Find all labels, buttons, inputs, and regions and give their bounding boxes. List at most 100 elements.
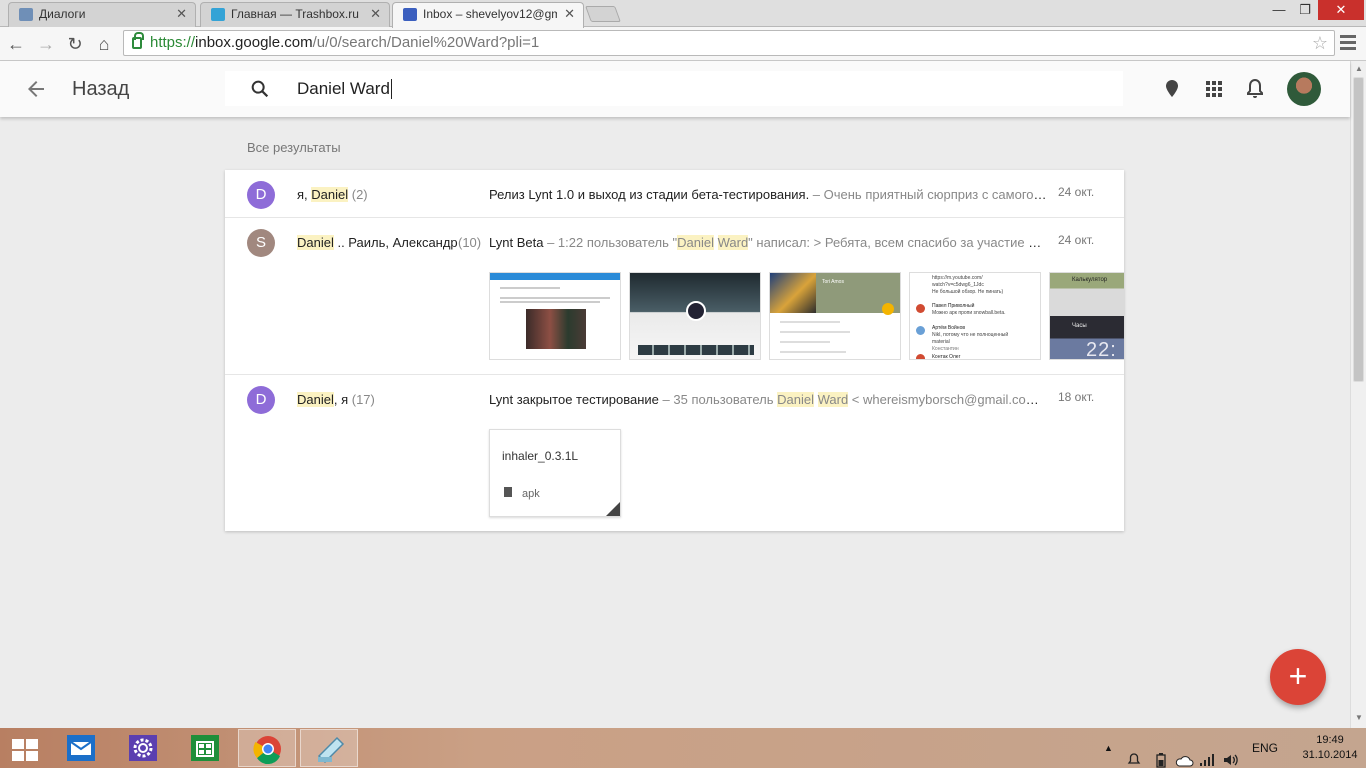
- show-hidden-icons-arrow[interactable]: ▲: [1104, 728, 1113, 768]
- back-icon[interactable]: ←: [4, 32, 28, 56]
- file-icon: [504, 487, 512, 497]
- thumbnail-avatar: [916, 354, 925, 359]
- screenshot-thumbnail[interactable]: [629, 272, 761, 360]
- thumbnail-gallery-strip: [638, 345, 754, 355]
- thumbnail-text: Можно арк пропи snowball.beta.: [932, 310, 1006, 316]
- thumbnail-text: Контак Олег: [932, 354, 961, 360]
- address-bar[interactable]: https://inbox.google.com/u/0/search/Dani…: [123, 30, 1335, 56]
- close-icon[interactable]: ✕: [564, 3, 575, 25]
- reload-icon[interactable]: ↻: [63, 32, 87, 56]
- forward-icon[interactable]: →: [34, 32, 58, 56]
- screenshot-thumbnail[interactable]: Tori Amos: [769, 272, 901, 360]
- scroll-up-arrow-icon[interactable]: ▲: [1355, 64, 1363, 73]
- chat-bubble-icon: [19, 8, 33, 21]
- window-close-button[interactable]: ✕: [1318, 0, 1364, 20]
- date: 18 окт.: [1058, 390, 1095, 404]
- tab-title: Главная — Trashbox.ru: [231, 7, 359, 21]
- chrome-taskbar-button[interactable]: [238, 729, 296, 767]
- tab-dialogi[interactable]: Диалоги ✕: [8, 2, 196, 27]
- thumbnail-fab: [882, 303, 894, 315]
- screenshot-thumbnail[interactable]: [489, 272, 621, 360]
- system-clock[interactable]: 19:49 31.10.2014: [1300, 733, 1360, 763]
- page-scrollbar[interactable]: ▲ ▼: [1350, 61, 1366, 728]
- inbox-header: Назад Daniel Ward: [0, 61, 1350, 117]
- clock-time: 19:49: [1316, 734, 1344, 746]
- message-count: (2): [348, 187, 368, 202]
- thumbnail-text: [780, 321, 840, 323]
- url-scheme: https://: [150, 34, 196, 51]
- battery-icon[interactable]: [1154, 740, 1168, 768]
- conversation-row[interactable]: D я, Daniel (2) Релиз Lynt 1.0 и выход и…: [225, 170, 1124, 218]
- trashbox-icon: [211, 8, 225, 21]
- mail-app-button[interactable]: [52, 729, 110, 767]
- thumbnail-profile-circle: [686, 301, 706, 321]
- thumbnail-text: https://m.youtube.com/: [932, 275, 983, 281]
- onedrive-cloud-icon[interactable]: [1174, 741, 1194, 768]
- notes-app-button[interactable]: [300, 729, 358, 767]
- thumbnail-text: Константин: [932, 346, 959, 352]
- notepad-icon: [317, 736, 345, 764]
- thumbnail-text: material: [932, 339, 950, 345]
- tab-trashbox[interactable]: Главная — Trashbox.ru ✕: [200, 2, 390, 27]
- inbox-icon: [403, 8, 417, 21]
- page-fold-icon: [606, 502, 620, 516]
- attachment-name: inhaler_0.3.1L: [502, 449, 579, 463]
- sender-avatar: S: [247, 229, 275, 257]
- sender-avatar: D: [247, 181, 275, 209]
- windows-logo-icon: [12, 739, 38, 761]
- screenshot-thumbnail[interactable]: https://m.youtube.com/ watch?v=c5dwg6_1J…: [909, 272, 1041, 360]
- signal-strength-icon[interactable]: [1199, 740, 1215, 768]
- volume-icon[interactable]: [1222, 740, 1240, 768]
- sender-name-highlight: Daniel: [311, 187, 349, 202]
- attachment-card[interactable]: inhaler_0.3.1L apk: [489, 429, 621, 517]
- snippet: – 35 пользователь: [658, 392, 778, 407]
- minimize-icon[interactable]: —: [1266, 0, 1292, 20]
- apps-grid-icon[interactable]: [1202, 77, 1226, 101]
- search-input[interactable]: Daniel Ward: [225, 71, 1123, 106]
- input-language[interactable]: ENG: [1252, 728, 1278, 768]
- thumbnail-avatar: [916, 304, 925, 313]
- browser-tab-strip: Диалоги ✕ Главная — Trashbox.ru ✕ Inbox …: [0, 0, 1366, 28]
- results-list: D я, Daniel (2) Релиз Lynt 1.0 и выход и…: [225, 170, 1124, 531]
- snippet-highlight: Ward: [717, 235, 749, 250]
- notifications-bell-icon[interactable]: [1243, 77, 1267, 101]
- thumbnail-avatar: [916, 326, 925, 335]
- snippet: – Очень приятный сюрприз с самого утра: [809, 187, 1047, 202]
- close-icon[interactable]: ✕: [370, 3, 381, 25]
- scroll-down-arrow-icon[interactable]: ▼: [1355, 713, 1363, 722]
- compose-button[interactable]: +: [1270, 649, 1326, 705]
- snippet: – 1:22 пользователь ": [543, 235, 678, 250]
- thumbnail-text: [780, 341, 830, 343]
- scrollbar-thumb[interactable]: [1353, 77, 1364, 382]
- windows-taskbar: ▲ ENG 19:49 31.10.2014: [0, 728, 1366, 768]
- tab-inbox[interactable]: Inbox – shevelyov12@gmail.com ✕: [392, 2, 584, 28]
- account-avatar[interactable]: [1287, 72, 1321, 106]
- start-button[interactable]: [0, 729, 58, 767]
- subject: Lynt закрытое тестирование: [489, 392, 659, 407]
- settings-app-button[interactable]: [114, 729, 172, 767]
- conversation-row[interactable]: D Daniel, я (17) Lynt закрытое тестирова…: [225, 375, 1124, 531]
- thumbnail-text: [780, 351, 846, 353]
- conversation-row[interactable]: S Daniel .. Раиль, Александр (10) Lynt B…: [225, 218, 1124, 375]
- home-icon[interactable]: ⌂: [92, 32, 116, 56]
- notification-flag-icon[interactable]: [1126, 740, 1142, 768]
- back-arrow-icon[interactable]: [24, 77, 48, 101]
- close-icon[interactable]: ✕: [176, 3, 187, 25]
- bookmark-star-icon[interactable]: ☆: [1312, 31, 1328, 55]
- thumbnail-text: Калькулятор: [1072, 277, 1108, 283]
- store-app-button[interactable]: [176, 729, 234, 767]
- section-title: Все результаты: [247, 140, 341, 155]
- sender-name: .. Раиль, Александр: [333, 235, 458, 250]
- restore-icon[interactable]: ❐: [1293, 0, 1317, 20]
- subject-line: Lynt закрытое тестирование – 35 пользова…: [489, 392, 1047, 407]
- new-tab-button[interactable]: [585, 6, 621, 22]
- chrome-menu-icon[interactable]: [1340, 35, 1356, 53]
- back-label[interactable]: Назад: [72, 78, 129, 101]
- url-path: /u/0/search/Daniel%20Ward?pli=1: [312, 34, 540, 51]
- store-icon: [191, 735, 219, 761]
- screenshot-thumbnail[interactable]: Калькулятор Часы 22:: [1049, 272, 1124, 360]
- reminder-pin-icon[interactable]: [1160, 77, 1184, 101]
- search-icon: [251, 80, 269, 98]
- subject-line: Релиз Lynt 1.0 и выход из стадии бета-те…: [489, 187, 1047, 202]
- snippet: " написал: > Ребята, всем спасибо за уча…: [748, 235, 1047, 250]
